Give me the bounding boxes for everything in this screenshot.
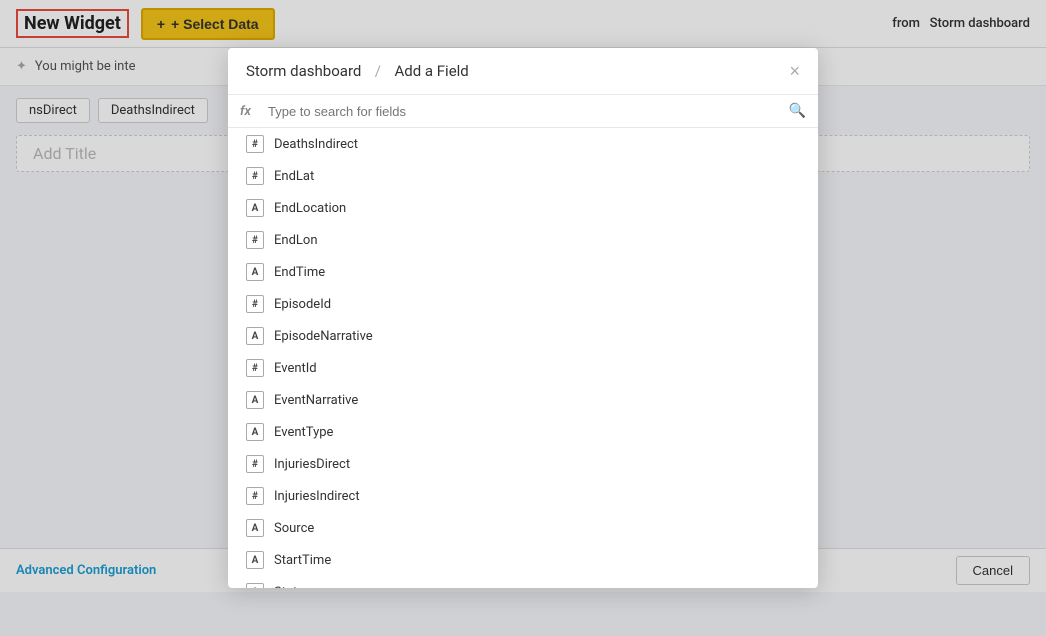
field-type-badge: #	[246, 231, 264, 249]
field-list-item[interactable]: A EventNarrative	[228, 384, 818, 416]
field-name: Source	[274, 521, 314, 536]
field-type-badge: A	[246, 519, 264, 537]
modal-close-button[interactable]: ×	[789, 62, 800, 80]
field-type-badge: #	[246, 487, 264, 505]
field-type-badge: A	[246, 583, 264, 588]
field-name: EndLat	[274, 169, 314, 184]
field-list-item[interactable]: # DeathsIndirect	[228, 128, 818, 160]
field-list-item[interactable]: # EventId	[228, 352, 818, 384]
field-name: EventId	[274, 361, 317, 376]
breadcrumb-separator: /	[371, 62, 385, 80]
field-type-badge: A	[246, 391, 264, 409]
field-list-item[interactable]: # InjuriesDirect	[228, 448, 818, 480]
field-name: State	[274, 585, 304, 589]
modal-search-bar: fx 🔍	[228, 95, 818, 128]
field-list-item[interactable]: A StartTime	[228, 544, 818, 576]
field-type-badge: A	[246, 263, 264, 281]
field-type-badge: A	[246, 423, 264, 441]
field-list: # DeathsIndirect # EndLat A EndLocation # EndLo…	[228, 128, 818, 588]
field-type-badge: #	[246, 455, 264, 473]
field-list-item[interactable]: A EndLocation	[228, 192, 818, 224]
modal-title: Storm dashboard / Add a Field	[246, 62, 469, 80]
field-name: StartTime	[274, 553, 331, 568]
field-type-badge: #	[246, 135, 264, 153]
modal-breadcrumb1: Storm dashboard	[246, 62, 361, 80]
field-list-item[interactable]: # EndLon	[228, 224, 818, 256]
modal-breadcrumb2: Add a Field	[394, 62, 468, 80]
field-name: DeathsIndirect	[274, 137, 358, 152]
field-list-item[interactable]: # EpisodeId	[228, 288, 818, 320]
field-list-item[interactable]: A EpisodeNarrative	[228, 320, 818, 352]
search-input[interactable]	[268, 104, 781, 119]
field-name: EventType	[274, 425, 333, 440]
field-list-item[interactable]: A EndTime	[228, 256, 818, 288]
field-type-badge: #	[246, 359, 264, 377]
field-list-item[interactable]: # InjuriesIndirect	[228, 480, 818, 512]
field-name: InjuriesDirect	[274, 457, 350, 472]
field-list-item[interactable]: A EventType	[228, 416, 818, 448]
field-list-item[interactable]: A State	[228, 576, 818, 588]
modal-header: Storm dashboard / Add a Field ×	[228, 48, 818, 95]
field-name: EpisodeId	[274, 297, 331, 312]
field-type-badge: A	[246, 327, 264, 345]
field-name: EndLocation	[274, 201, 346, 216]
field-type-badge: #	[246, 295, 264, 313]
field-list-item[interactable]: # EndLat	[228, 160, 818, 192]
field-type-badge: A	[246, 551, 264, 569]
field-list-item[interactable]: A Source	[228, 512, 818, 544]
search-icon: 🔍	[789, 103, 806, 119]
field-name: EventNarrative	[274, 393, 358, 408]
field-type-badge: A	[246, 199, 264, 217]
fx-label: fx	[240, 104, 260, 119]
field-type-badge: #	[246, 167, 264, 185]
field-name: EndTime	[274, 265, 325, 280]
add-field-modal: Storm dashboard / Add a Field × fx 🔍 # De…	[228, 48, 818, 588]
field-name: InjuriesIndirect	[274, 489, 360, 504]
field-name: EpisodeNarrative	[274, 329, 373, 344]
modal-overlay: Storm dashboard / Add a Field × fx 🔍 # De…	[0, 0, 1046, 636]
field-name: EndLon	[274, 233, 318, 248]
